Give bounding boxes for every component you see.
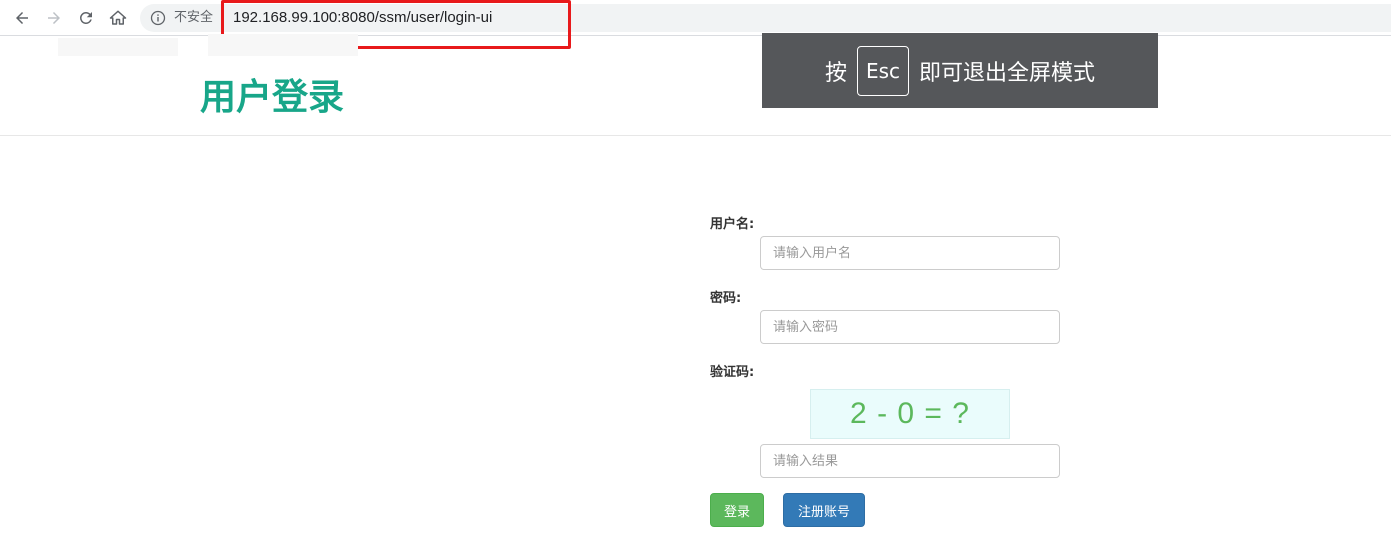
esc-key-badge: Esc	[857, 45, 909, 96]
password-input[interactable]	[760, 310, 1060, 344]
toast-text-before: 按	[824, 60, 847, 86]
register-button[interactable]: 注册账号	[783, 493, 865, 527]
arrow-left-icon	[16, 12, 28, 24]
forward-button[interactable]	[44, 8, 64, 28]
faint-logo-image	[58, 34, 358, 56]
toast-text-after: 即可退出全屏模式	[919, 60, 1096, 86]
arrow-right-icon	[48, 12, 60, 24]
captcha-answer-input[interactable]	[760, 444, 1060, 478]
reload-icon	[79, 11, 92, 24]
captcha-image[interactable]: 2 - 0 = ?	[810, 389, 1010, 439]
login-button[interactable]: 登录	[710, 493, 764, 527]
reload-button[interactable]	[76, 8, 96, 28]
fullscreen-exit-toast: 按 Esc 即可退出全屏模式	[762, 33, 1158, 108]
logo	[58, 30, 358, 67]
username-input[interactable]	[760, 236, 1060, 270]
username-label: 用户名:	[710, 217, 755, 232]
password-label: 密码:	[710, 291, 742, 306]
security-label[interactable]: 不安全	[174, 10, 213, 26]
back-button[interactable]	[12, 8, 32, 28]
page-title: 用户登录	[200, 77, 345, 118]
info-icon[interactable]	[150, 10, 166, 26]
header-divider	[0, 135, 1391, 136]
home-icon	[109, 10, 127, 25]
home-button[interactable]	[108, 8, 128, 28]
captcha-label: 验证码:	[710, 365, 755, 380]
